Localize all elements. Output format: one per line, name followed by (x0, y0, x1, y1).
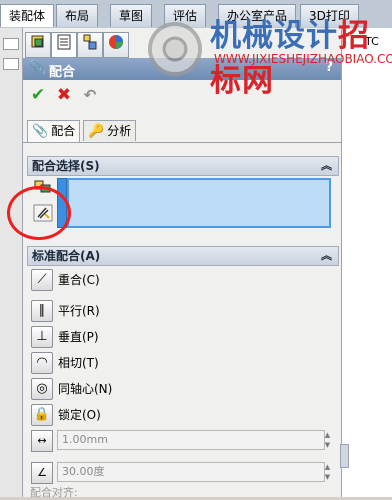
property-manager-icon[interactable] (51, 32, 77, 58)
watermark-url: WWW.JIXIESHEJIZHAOBIAO.COM (214, 52, 392, 66)
ok-button[interactable]: ✔ (27, 84, 49, 106)
strip-segment (3, 38, 19, 50)
angle-icon[interactable]: ∠ (31, 462, 53, 484)
property-manager-icon-glyph (57, 34, 71, 50)
cancel-button[interactable]: ✖ (53, 84, 75, 106)
mate-icon: 📎 (29, 60, 47, 76)
gear-watermark-icon (148, 22, 202, 76)
annotation-circle (7, 186, 71, 240)
standard-mates-header[interactable]: 标准配合(A) ︽ (27, 246, 339, 266)
concentric-label: 同轴心(N) (58, 382, 113, 396)
collapse-icon[interactable]: ︽ (321, 247, 332, 265)
entities-to-mate-list[interactable] (67, 178, 331, 228)
lock-icon[interactable]: 🔒 (31, 404, 53, 426)
mate-coincident[interactable]: ⟋ 重合(C) (31, 269, 331, 291)
angle-spinner[interactable]: ▲ ▼ (323, 462, 332, 482)
angle-input[interactable]: 30.00度 (57, 462, 325, 482)
configuration-manager-icon-glyph (83, 34, 97, 50)
mate-selections-title: 配合选择(S) (32, 159, 100, 173)
distance-input[interactable]: 1.00mm (57, 430, 325, 450)
tab-analysis[interactable]: 🔑 分析 (83, 120, 137, 141)
analysis-icon: 🔑 (88, 124, 105, 139)
panel-collapse-grip[interactable] (340, 444, 349, 468)
perpendicular-label: 垂直(P) (58, 330, 99, 344)
strip-segment (3, 58, 19, 70)
configuration-manager-icon[interactable] (77, 32, 103, 58)
tab-assembly[interactable]: 装配体 (0, 4, 55, 27)
distance-icon[interactable]: ↔ (31, 430, 53, 452)
parallel-icon[interactable]: ∥ (31, 300, 53, 322)
tab-analysis-label: 分析 (107, 124, 132, 138)
concentric-icon[interactable]: ◎ (31, 378, 53, 400)
mate-lock[interactable]: 🔒 锁定(O) (31, 404, 331, 426)
parallel-label: 平行(R) (58, 304, 100, 318)
tab-layout[interactable]: 布局 (56, 4, 99, 27)
mate-tangent[interactable]: ◠ 相切(T) (31, 352, 331, 374)
angle-row: ∠ 30.00度 ▲ ▼ (31, 462, 331, 484)
display-manager-icon[interactable] (103, 32, 129, 58)
perpendicular-icon[interactable]: ⊥ (31, 326, 53, 348)
standard-mates-title: 标准配合(A) (32, 249, 101, 263)
mate-alignment-label: 配合对齐: (30, 486, 78, 499)
distance-spinner[interactable]: ▲ ▼ (323, 430, 332, 450)
paperclip-icon: 📎 (32, 124, 49, 139)
lock-label: 锁定(O) (58, 408, 101, 422)
page-title: 配合 (49, 65, 76, 80)
watermark-text-blue: 机械设计 (210, 18, 338, 54)
tab-mates-label: 配合 (51, 124, 76, 138)
feature-manager-icon-glyph (31, 35, 44, 48)
mate-parallel[interactable]: ∥ 平行(R) (31, 300, 331, 322)
subtab-row: 📎 配合 🔑 分析 (23, 120, 341, 143)
coincident-icon[interactable]: ⟋ (31, 269, 53, 291)
tangent-icon[interactable]: ◠ (31, 352, 53, 374)
mate-selections-header[interactable]: 配合选择(S) ︽ (27, 156, 339, 176)
tangent-label: 相切(T) (58, 356, 99, 370)
distance-row: ↔ 1.00mm ▲ ▼ (31, 430, 331, 452)
tab-sketch[interactable]: 草图 (110, 4, 153, 27)
tab-mates[interactable]: 📎 配合 (27, 120, 81, 142)
left-toolbar-strip (0, 28, 23, 497)
mate-perpendicular[interactable]: ⊥ 垂直(P) (31, 326, 331, 348)
mate-concentric[interactable]: ◎ 同轴心(N) (31, 378, 331, 400)
coincident-label: 重合(C) (58, 273, 100, 287)
collapse-icon[interactable]: ︽ (321, 157, 332, 175)
undo-button[interactable]: ↶ (79, 84, 101, 106)
display-manager-icon-glyph (109, 35, 123, 49)
feature-manager-icon[interactable] (25, 32, 51, 58)
